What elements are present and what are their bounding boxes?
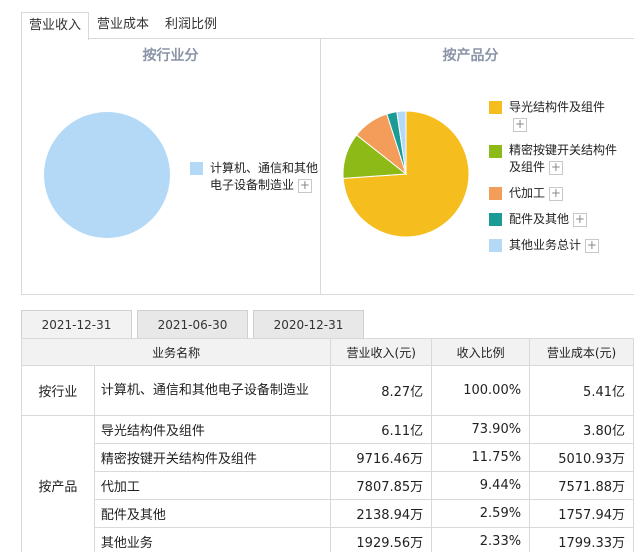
table-row: 配件及其他 2138.94万 2.59% 1757.94万	[22, 499, 634, 528]
legend-item-precision-key[interactable]: 精密按键开关结构件 及组件 +	[509, 142, 617, 176]
legend-swatch-product-1	[489, 145, 502, 158]
legend-swatch-industry	[190, 162, 203, 175]
legend-label: 其他业务总计	[509, 238, 582, 252]
pie-slice[interactable]	[44, 112, 170, 238]
top-tab-bar: 营业收入 营业成本 利润比例	[0, 0, 634, 40]
legend-swatch-product-3	[489, 213, 502, 226]
tab-cost[interactable]: 营业成本	[89, 12, 157, 39]
date-tab-2021-06-30[interactable]: 2021-06-30	[137, 310, 248, 340]
date-tab-2021-12-31[interactable]: 2021-12-31	[21, 310, 132, 340]
table-row: 按产品 导光结构件及组件 6.11亿 73.90% 3.80亿	[21, 415, 634, 552]
row-revenue: 7807.85万	[330, 471, 433, 500]
product-pie-chart	[342, 110, 470, 238]
segment-label: 按行业	[21, 365, 95, 416]
legend-label-line1: 精密按键开关结构件	[509, 143, 618, 157]
industry-pie-chart	[44, 112, 170, 238]
legend-label: 代加工	[509, 186, 546, 200]
header-ratio: 收入比例	[431, 338, 531, 366]
header-cost: 营业成本(元)	[529, 338, 634, 366]
row-cost: 3.80亿	[529, 415, 634, 444]
expand-plus-icon[interactable]: +	[297, 178, 312, 193]
legend-swatch-product-0	[489, 101, 502, 114]
legend-label-line1: 计算机、通信和其他	[210, 161, 319, 175]
legend-label-line2: 及组件	[509, 160, 546, 174]
header-revenue: 营业收入(元)	[330, 338, 433, 366]
expand-plus-icon[interactable]: +	[584, 238, 599, 253]
row-name: 其他业务	[93, 527, 332, 552]
table-header-row: 业务名称 营业收入(元) 收入比例 营业成本(元)	[20, 338, 634, 366]
row-cost: 1757.94万	[529, 499, 634, 528]
legend-item-accessories[interactable]: 配件及其他 +	[509, 211, 587, 228]
row-ratio: 11.75%	[431, 443, 531, 472]
expand-plus-icon[interactable]: +	[513, 117, 527, 132]
legend-item-other-business[interactable]: 其他业务总计 +	[509, 237, 599, 254]
row-name: 代加工	[93, 471, 332, 500]
legend-label: 配件及其他	[509, 212, 570, 226]
row-name: 导光结构件及组件	[93, 415, 332, 444]
table-row: 精密按键开关结构件及组件 9716.46万 11.75% 5010.93万	[22, 443, 634, 472]
tab-revenue[interactable]: 营业收入	[21, 12, 89, 40]
industry-chart-title: 按行业分	[142, 48, 199, 64]
row-cost: 1799.33万	[529, 527, 634, 552]
legend-item-industry[interactable]: 计算机、通信和其他 电子设备制造业 +	[210, 160, 318, 194]
row-ratio: 73.90%	[431, 415, 531, 444]
row-revenue: 2138.94万	[330, 499, 433, 528]
table-row: 代加工 7807.85万 9.44% 7571.88万	[22, 471, 634, 500]
row-ratio: 2.59%	[431, 499, 531, 528]
row-revenue: 1929.56万	[330, 527, 433, 552]
legend-label: 导光结构件及组件	[509, 100, 606, 114]
row-ratio: 9.44%	[431, 471, 531, 500]
legend-item-light-guide[interactable]: 导光结构件及组件 +	[509, 99, 605, 133]
row-ratio: 2.33%	[431, 527, 531, 552]
product-chart-title: 按产品分	[442, 48, 499, 64]
row-revenue: 6.11亿	[330, 415, 433, 444]
expand-plus-icon[interactable]: +	[548, 186, 563, 201]
date-tab-2020-12-31[interactable]: 2020-12-31	[253, 310, 364, 340]
chart-divider	[320, 39, 321, 295]
legend-label-line2: 电子设备制造业	[210, 178, 295, 192]
table-row: 其他业务 1929.56万 2.33% 1799.33万	[22, 527, 634, 552]
header-business-name: 业务名称	[20, 338, 332, 366]
expand-plus-icon[interactable]: +	[548, 160, 563, 175]
segment-label: 按产品	[21, 415, 95, 552]
row-cost: 5010.93万	[529, 443, 634, 472]
row-cost: 7571.88万	[529, 471, 634, 500]
legend-swatch-product-2	[489, 187, 502, 200]
business-table: 业务名称 营业收入(元) 收入比例 营业成本(元) 按行业 计算机、通信和其他电…	[20, 338, 634, 552]
row-name: 精密按键开关结构件及组件	[93, 443, 332, 472]
row-revenue: 9716.46万	[330, 443, 433, 472]
tab-profit-ratio[interactable]: 利润比例	[157, 12, 225, 39]
row-revenue: 8.27亿	[330, 365, 433, 416]
row-name: 计算机、通信和其他电子设备制造业	[93, 365, 332, 416]
table-row: 按行业 计算机、通信和其他电子设备制造业 8.27亿 100.00% 5.41亿	[21, 365, 634, 416]
legend-swatch-product-4	[489, 239, 502, 252]
expand-plus-icon[interactable]: +	[572, 212, 587, 227]
legend-item-oem[interactable]: 代加工 +	[509, 185, 563, 202]
row-cost: 5.41亿	[529, 365, 634, 416]
row-ratio: 100.00%	[431, 365, 531, 416]
row-name: 配件及其他	[93, 499, 332, 528]
